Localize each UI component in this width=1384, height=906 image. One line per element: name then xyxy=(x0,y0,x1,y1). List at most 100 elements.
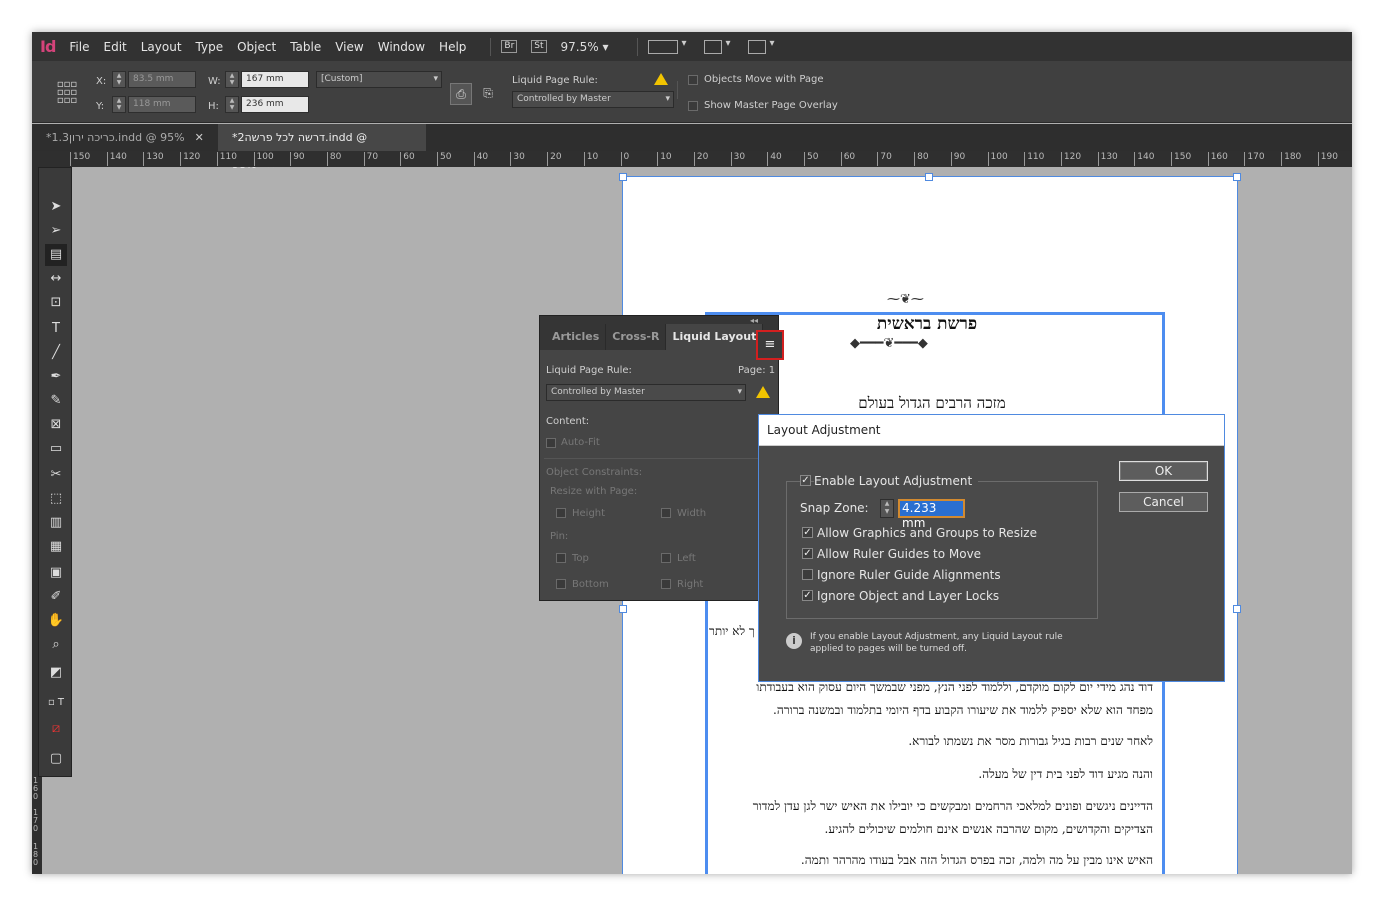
ruler-label: 160 xyxy=(1207,152,1228,166)
warning-icon xyxy=(756,386,770,398)
menu-file[interactable]: File xyxy=(69,40,89,54)
doc-paragraph: מפחד הוא שלא יספיק ללמוד את שיעורו הקבוע… xyxy=(773,703,1153,717)
pen-tool-icon[interactable]: ✒ xyxy=(45,366,67,388)
hand-tool-icon[interactable]: ✋ xyxy=(45,610,67,632)
menu-layout[interactable]: Layout xyxy=(141,40,182,54)
tab-liquid-layout[interactable]: Liquid Layout xyxy=(666,324,764,350)
page-tool-icon[interactable]: ▤ xyxy=(45,244,67,266)
width-field[interactable]: 167 mm xyxy=(241,71,309,88)
ruler-label: 100 xyxy=(987,152,1008,166)
ruler-label: 70 xyxy=(877,152,892,166)
stock-button[interactable]: St xyxy=(531,40,547,53)
collapse-icon[interactable]: ◂◂ xyxy=(750,316,758,325)
tab-kricha[interactable]: *כריכה ירון1.3.indd @ 95% ✕ xyxy=(32,124,218,151)
width-checkbox[interactable] xyxy=(661,508,671,518)
ornament-top: ⁓❦⁓ xyxy=(887,292,924,307)
zoom-level-dropdown[interactable]: 97.5% ▾ xyxy=(561,40,609,54)
chevron-down-icon: ▾ xyxy=(665,94,670,104)
zoom-tool-icon[interactable]: ⌕ xyxy=(45,634,67,656)
panel-rule-dropdown[interactable]: Controlled by Master ▾ xyxy=(546,384,746,401)
autofit-checkbox[interactable] xyxy=(546,438,556,448)
bridge-button[interactable]: Br xyxy=(501,40,518,53)
tab-cross-references[interactable]: Cross-R xyxy=(606,324,667,350)
liquid-page-rule-dropdown[interactable]: Controlled by Master ▾ xyxy=(512,91,674,108)
reference-point-icon[interactable]: ▫▫▫ ▫▫▫ ▫▫▫ xyxy=(56,80,78,106)
horizontal-ruler[interactable]: 150 140 130 120 110 100 90 80 70 60 50 40 30 20 10 0 10 2… xyxy=(32,151,1352,167)
pin-top-checkbox[interactable] xyxy=(556,553,566,563)
rectangle-tool-icon[interactable]: ▭ xyxy=(45,438,67,460)
menu-edit[interactable]: Edit xyxy=(104,40,127,54)
page-handle[interactable] xyxy=(619,173,627,181)
direct-selection-tool-icon[interactable]: ➢ xyxy=(45,220,67,242)
formatting-icon[interactable]: ▫ T xyxy=(45,692,67,714)
arrange-documents-icon[interactable] xyxy=(747,38,775,54)
menu-type[interactable]: Type xyxy=(196,40,224,54)
menu-object[interactable]: Object xyxy=(237,40,276,54)
pin-bottom-label: Bottom xyxy=(572,579,609,590)
eyedropper-tool-icon[interactable]: ✐ xyxy=(45,586,67,608)
ornament-bottom: ◆━━━❦━━━◆ xyxy=(850,336,928,351)
cancel-button[interactable]: Cancel xyxy=(1119,492,1208,512)
pin-left-checkbox[interactable] xyxy=(661,553,671,563)
ruler-guides-checkbox[interactable]: ✓ xyxy=(802,548,813,559)
height-checkbox[interactable] xyxy=(556,508,566,518)
type-tool-icon[interactable]: T xyxy=(45,318,67,340)
screen-mode-tool-icon[interactable]: ▢ xyxy=(45,748,67,770)
y-field[interactable]: 118 mm xyxy=(128,96,196,113)
panel-tabs: Articles Cross-R Liquid Layout ◂◂ ≡ xyxy=(540,316,784,360)
page-handle[interactable] xyxy=(619,605,627,613)
content-collector-icon[interactable]: ⊡ xyxy=(45,292,67,314)
height-field[interactable]: 236 mm xyxy=(241,96,309,113)
tab-articles[interactable]: Articles xyxy=(546,324,607,350)
view-options-icon[interactable] xyxy=(647,38,687,54)
selection-tool-icon[interactable]: ➤ xyxy=(45,196,67,218)
page-handle[interactable] xyxy=(925,173,933,181)
x-field[interactable]: 83.5 mm xyxy=(128,71,196,88)
snap-zone-input[interactable]: 4.233 mm xyxy=(898,499,965,530)
tab-drasha[interactable]: *דרשה לכל פרשה2.indd @ 98%✕ xyxy=(218,124,426,171)
w-stepper[interactable]: ▲ ▼ xyxy=(225,71,239,88)
pin-right-checkbox[interactable] xyxy=(661,579,671,589)
enable-layout-label: Enable Layout Adjustment xyxy=(814,474,979,488)
zoom-level: 97.5% xyxy=(560,39,599,54)
apply-none-icon[interactable]: ⧄ xyxy=(45,718,67,740)
y-stepper[interactable]: ▲ ▼ xyxy=(112,96,126,113)
resize-graphics-checkbox[interactable]: ✓ xyxy=(802,527,813,538)
landscape-orientation-icon[interactable]: ⎘ xyxy=(477,83,499,105)
menu-table[interactable]: Table xyxy=(290,40,321,54)
h-stepper[interactable]: ▲ ▼ xyxy=(225,96,239,113)
page-handle[interactable] xyxy=(1233,173,1241,181)
doc-paragraph: האיש אינו מבין על מה ולמה, זכה בפרס הגדו… xyxy=(800,853,1153,867)
page-size-preset[interactable]: [Custom] ▾ xyxy=(316,71,442,88)
ruler-guides-label: Allow Ruler Guides to Move xyxy=(817,547,982,561)
objects-move-checkbox[interactable] xyxy=(688,75,698,85)
x-stepper[interactable]: ▲ ▼ xyxy=(112,71,126,88)
ok-button[interactable]: OK xyxy=(1119,461,1208,481)
content-label: Content: xyxy=(546,416,590,427)
menu-view[interactable]: View xyxy=(335,40,363,54)
ignore-locks-checkbox[interactable]: ✓ xyxy=(802,590,813,601)
note-tool-icon[interactable]: ▣ xyxy=(45,562,67,584)
ignore-guides-checkbox[interactable] xyxy=(802,569,813,580)
menu-window[interactable]: Window xyxy=(378,40,425,54)
page-handle[interactable] xyxy=(1233,605,1241,613)
gradient-swatch-tool-icon[interactable]: ▥ xyxy=(45,512,67,534)
screen-mode-icon[interactable] xyxy=(703,38,731,54)
close-icon[interactable]: ✕ xyxy=(195,131,204,144)
line-tool-icon[interactable]: ╱ xyxy=(45,342,67,364)
ruler-label: 40 xyxy=(767,152,782,166)
pin-bottom-checkbox[interactable] xyxy=(556,579,566,589)
pencil-tool-icon[interactable]: ✎ xyxy=(45,390,67,412)
gradient-feather-tool-icon[interactable]: ▦ xyxy=(45,536,67,558)
free-transform-tool-icon[interactable]: ⬚ xyxy=(45,488,67,510)
gap-tool-icon[interactable]: ↔ xyxy=(45,268,67,290)
enable-layout-checkbox[interactable]: ✓ xyxy=(800,475,811,486)
panel-menu-button[interactable]: ≡ xyxy=(756,330,784,360)
master-overlay-checkbox[interactable] xyxy=(688,101,698,111)
portrait-orientation-icon[interactable]: ⎙ xyxy=(450,83,472,105)
rectangle-frame-tool-icon[interactable]: ⊠ xyxy=(45,414,67,436)
fill-stroke-icon[interactable]: ◩ xyxy=(45,662,67,684)
scissors-tool-icon[interactable]: ✂ xyxy=(45,464,67,486)
menu-help[interactable]: Help xyxy=(439,40,466,54)
snap-zone-stepper[interactable]: ▲ ▼ xyxy=(880,499,894,518)
